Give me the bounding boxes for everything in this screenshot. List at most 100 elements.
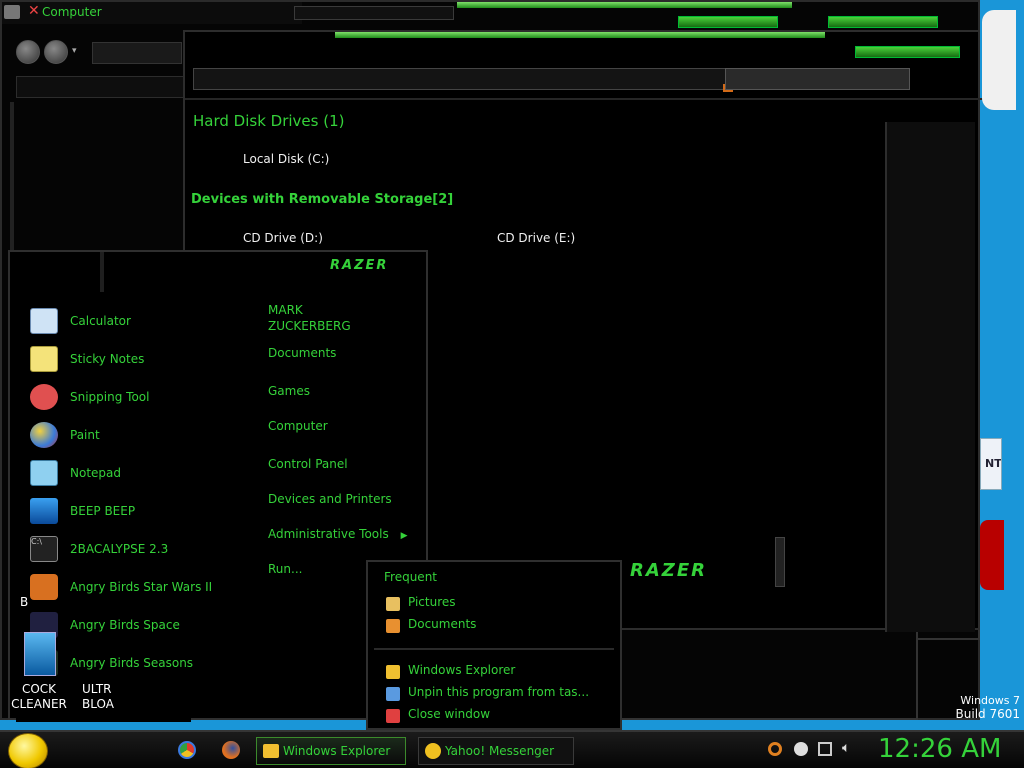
sticky-notes-icon (30, 346, 58, 372)
back-button[interactable] (16, 40, 40, 64)
desktop-icon-ultra-bloat[interactable]: ULTR BLOA (82, 682, 116, 712)
jump-list-windows-explorer: Windows Explorer (408, 663, 516, 677)
pictures-icon (386, 597, 400, 611)
desktop-partial: B (0, 595, 28, 615)
program-calculator[interactable]: Calculator (16, 304, 216, 338)
admin-tools-label: Administrative Tools (268, 527, 389, 541)
start-devices-printers[interactable]: Devices and Printers (268, 492, 392, 506)
background-address-bar[interactable] (92, 42, 182, 64)
program-2bacalypse[interactable]: C:\ 2BACALYPSE 2.3 (16, 532, 216, 566)
start-computer[interactable]: Computer (268, 419, 328, 433)
taskbar-windows-explorer[interactable]: Windows Explorer (256, 737, 406, 765)
windows-explorer-icon (386, 665, 400, 679)
network-icon[interactable] (818, 742, 832, 756)
program-beep-beep[interactable]: BEEP BEEP (16, 494, 216, 528)
desktop-widget-text: NT (980, 438, 1002, 490)
start-control-panel[interactable]: Control Panel (268, 457, 348, 471)
section-removable-storage[interactable]: Devices with Removable Storage[2] (191, 192, 453, 207)
close-x-icon[interactable]: ✕ (28, 3, 40, 19)
search-box[interactable] (725, 68, 910, 90)
window-resize-handle[interactable] (775, 537, 785, 587)
window-controls[interactable] (855, 46, 960, 58)
computer-icon (4, 5, 20, 19)
tray-app-icon[interactable] (794, 742, 808, 756)
jump-list-close-window: Close window (408, 707, 491, 721)
toolbar-separator (185, 98, 982, 100)
start-orb-smiley-icon[interactable] (8, 733, 48, 768)
background-window-controls-2[interactable] (828, 16, 938, 28)
program-label: Notepad (70, 466, 121, 480)
program-label: Angry Birds Space (70, 618, 180, 632)
chevron-right-icon: ▶ (400, 531, 408, 541)
chrome-icon[interactable] (178, 741, 196, 759)
background-tab-strip (294, 6, 454, 20)
user-name-line1: MARK (268, 303, 303, 317)
desktop-widget-white (982, 10, 1016, 110)
forward-button[interactable] (44, 40, 68, 64)
taskbar-yahoo-messenger[interactable]: Yahoo! Messenger (418, 737, 574, 765)
program-label: Paint (70, 428, 100, 442)
taskbar: Windows Explorer Yahoo! Messenger 🔈︎ 12:… (0, 730, 1024, 768)
program-label: Angry Birds Seasons (70, 656, 194, 670)
background-window-title: Computer (42, 5, 102, 19)
start-games[interactable]: Games (268, 384, 310, 398)
user-name[interactable]: MARK ZUCKERBERG (268, 302, 351, 334)
drive-d[interactable]: CD Drive (D:) (243, 231, 323, 245)
jump-list-documents: Documents (408, 617, 477, 631)
folder-icon (263, 744, 279, 758)
paint-icon (30, 422, 58, 448)
start-admin-tools[interactable]: Administrative Tools ▶ (268, 527, 407, 541)
program-label: Snipping Tool (70, 390, 150, 404)
os-watermark: Windows 7 Build 7601 (900, 694, 1020, 721)
desktop-icon-cock-cleaner[interactable]: COCK CLEANER (4, 630, 74, 716)
desktop-icon-label: COCK CLEANER (4, 682, 74, 712)
icon-label-line1: ULTR (82, 682, 112, 696)
taskbar-explorer-label: Windows Explorer (283, 744, 391, 758)
volume-icon[interactable]: 🔈︎ (842, 740, 850, 756)
drive-e[interactable]: CD Drive (E:) (497, 231, 575, 245)
angry-birds-icon (30, 574, 58, 600)
program-notepad[interactable]: Notepad (16, 456, 216, 490)
start-documents[interactable]: Documents (268, 346, 336, 360)
section-hard-disk-drives[interactable]: Hard Disk Drives (1) (193, 112, 344, 130)
jump-list-frequent-header: Frequent (384, 570, 437, 584)
notepad-icon (30, 460, 58, 486)
jump-list-divider (374, 648, 614, 650)
taskbar-clock[interactable]: 12:26 AM (878, 734, 1001, 764)
search-tray-icon[interactable] (768, 742, 782, 756)
program-angry-birds-star-wars[interactable]: Angry Birds Star Wars II (16, 570, 216, 604)
close-window-icon (386, 709, 400, 723)
background-window-titlebar[interactable]: ✕ Computer (2, 2, 302, 24)
beep-icon (30, 498, 58, 524)
cmd-icon: C:\ (30, 536, 58, 562)
cleaner-icon (24, 632, 56, 676)
background-window-accent (457, 2, 792, 8)
jump-list-unpin: Unpin this program from tas... (408, 685, 590, 699)
program-sticky-notes[interactable]: Sticky Notes (16, 342, 216, 376)
program-label: Calculator (70, 314, 131, 328)
program-label: 2BACALYPSE 2.3 (70, 542, 169, 556)
window-accent-bar (335, 32, 825, 38)
program-snipping-tool[interactable]: Snipping Tool (16, 380, 216, 414)
start-run[interactable]: Run... (268, 562, 302, 576)
program-label: Angry Birds Star Wars II (70, 580, 213, 594)
desktop-partial-letter: B (20, 595, 29, 609)
program-paint[interactable]: Paint (16, 418, 216, 452)
razer-logo-start: RAZER (330, 258, 389, 273)
window-scroll-column[interactable] (885, 122, 975, 632)
program-label: BEEP BEEP (70, 504, 136, 518)
drive-c[interactable]: Local Disk (C:) (243, 152, 329, 166)
background-toolbar (16, 76, 186, 98)
razer-logo-main: RAZER (630, 560, 707, 581)
nav-dropdown-icon[interactable]: ▾ (72, 46, 77, 56)
user-name-line2: ZUCKERBERG (268, 319, 351, 333)
taskbar-jump-list[interactable]: Frequent Pictures Documents Windows Expl… (366, 560, 622, 730)
desktop-side-text: NT (985, 457, 1002, 470)
firefox-icon[interactable] (222, 741, 240, 759)
snipping-tool-icon (30, 384, 58, 410)
yahoo-smiley-icon (425, 743, 441, 759)
icon-label-line2: CLEANER (11, 697, 67, 711)
background-window-controls[interactable] (678, 16, 778, 28)
documents-icon (386, 619, 400, 633)
icon-label-line1: COCK (21, 682, 57, 696)
